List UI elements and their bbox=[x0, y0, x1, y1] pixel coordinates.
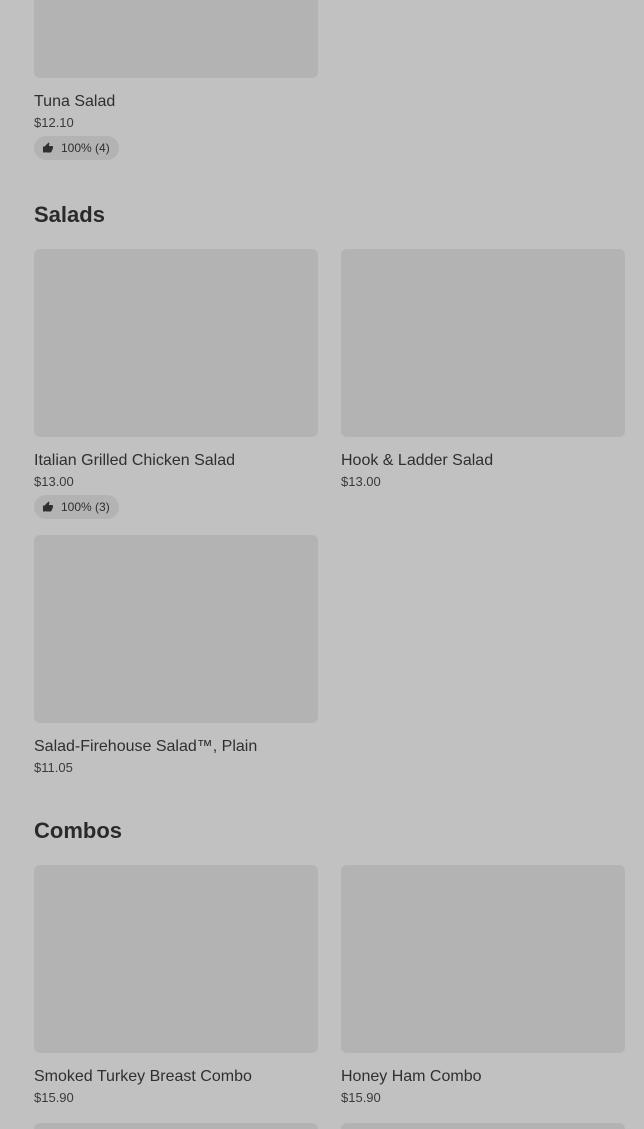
thumbs-up-icon bbox=[43, 142, 53, 153]
item-price: $11.05 bbox=[34, 760, 73, 775]
menu-item-next-combo[interactable] bbox=[34, 1123, 318, 1129]
section-title-salads: Salads bbox=[34, 202, 105, 227]
thumbs-up-icon bbox=[43, 501, 53, 512]
menu-item-hook-ladder-salad[interactable]: Hook & Ladder Salad $13.00 bbox=[341, 249, 625, 490]
item-image-placeholder bbox=[34, 1123, 318, 1129]
menu-item-tuna-salad[interactable]: Tuna Salad $12.10 100% (4) bbox=[34, 0, 318, 160]
item-image-placeholder bbox=[341, 249, 625, 437]
item-price: $15.90 bbox=[34, 1090, 74, 1105]
item-name: Smoked Turkey Breast Combo bbox=[34, 1068, 252, 1085]
menu-item-italian-grilled-chicken-salad[interactable]: Italian Grilled Chicken Salad $13.00 100… bbox=[34, 249, 318, 519]
item-price: $13.00 bbox=[34, 474, 74, 489]
item-image-placeholder bbox=[34, 249, 318, 437]
item-image-placeholder bbox=[341, 865, 625, 1053]
item-image-placeholder bbox=[34, 535, 318, 723]
rating-badge: 100% (3) bbox=[34, 495, 119, 519]
item-price: $13.00 bbox=[341, 474, 381, 489]
menu-item-honey-ham-combo[interactable]: Honey Ham Combo $15.90 bbox=[341, 865, 625, 1106]
item-price: $12.10 bbox=[34, 115, 74, 130]
menu-item-smoked-turkey-breast-combo[interactable]: Smoked Turkey Breast Combo $15.90 bbox=[34, 865, 318, 1106]
section-title-combos: Combos bbox=[34, 818, 122, 843]
item-image-placeholder bbox=[34, 0, 318, 78]
item-name: Tuna Salad bbox=[34, 93, 116, 110]
menu-item-firehouse-salad-plain[interactable]: Salad-Firehouse Salad™, Plain $11.05 bbox=[34, 535, 318, 776]
item-price: $15.90 bbox=[341, 1090, 381, 1105]
item-name: Italian Grilled Chicken Salad bbox=[34, 452, 235, 469]
rating-text: 100% (3) bbox=[61, 500, 110, 514]
item-image-placeholder bbox=[341, 1123, 625, 1129]
menu-item-next-combo[interactable] bbox=[341, 1123, 625, 1129]
rating-text: 100% (4) bbox=[61, 141, 110, 155]
rating-badge: 100% (4) bbox=[34, 136, 119, 160]
item-name: Hook & Ladder Salad bbox=[341, 452, 494, 469]
item-name: Salad-Firehouse Salad™, Plain bbox=[34, 738, 258, 755]
item-image-placeholder bbox=[34, 865, 318, 1053]
item-name: Honey Ham Combo bbox=[341, 1068, 482, 1085]
